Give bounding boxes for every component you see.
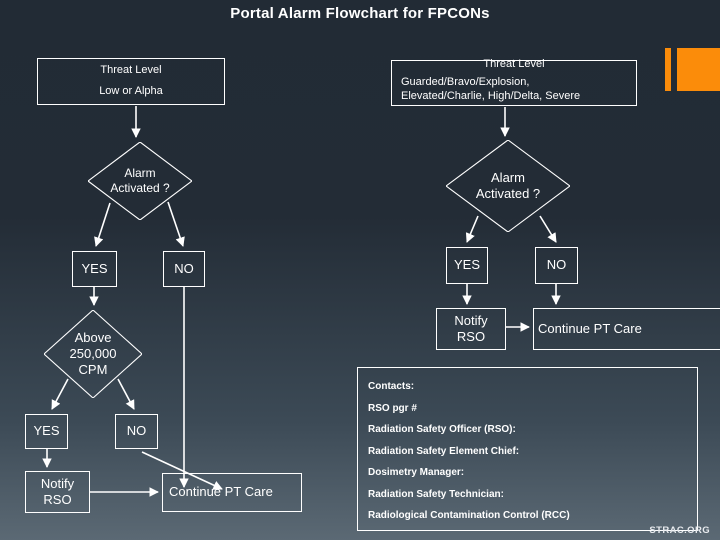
page-title: Portal Alarm Flowchart for FPCONs: [230, 5, 490, 22]
decision-alarm-left-label: Alarm Activated ?: [110, 166, 170, 195]
decision-alarm-right-label: Alarm Activated ?: [475, 170, 541, 201]
contact-row: Radiation Safety Element Chief:: [368, 445, 520, 457]
no-box-bottom: NO: [115, 414, 158, 449]
contacts-heading: Contacts:: [368, 381, 415, 392]
continue-pt-care-box-right: Continue PT Care: [533, 308, 720, 350]
contact-row: Radiation Safety Technician:: [368, 488, 504, 500]
contact-row: Radiation Safety Officer (RSO):: [368, 424, 516, 435]
contact-row: Radiological Contamination Control (RCC): [368, 510, 570, 521]
decision-above-250000-cpm: Above 250,000 CPM: [44, 310, 142, 398]
decision-alarm-activated-right: Alarm Activated ?: [446, 140, 570, 232]
contact-row: Dosimetry Manager:: [368, 467, 465, 478]
slide-canvas: Portal Alarm Flowchart for FPCONs Threat…: [0, 0, 720, 540]
source-attribution: STRAC.ORG: [649, 525, 710, 536]
no-box-right: NO: [535, 247, 578, 284]
continue-pt-care-box-bottom: Continue PT Care: [162, 473, 302, 512]
threat-level-elevated-body: Guarded/Bravo/Explosion, Elevated/Charli…: [401, 75, 581, 103]
notify-rso-box-right: Notify RSO: [436, 308, 506, 350]
decision-alarm-activated-left: Alarm Activated ?: [88, 142, 192, 220]
contact-row: RSO pgr #: [368, 402, 417, 414]
decision-cpm-label: Above 250,000 CPM: [69, 330, 117, 377]
yes-box-left: YES: [72, 251, 117, 287]
no-box-left: NO: [163, 251, 205, 287]
yes-box-right: YES: [446, 247, 488, 284]
contacts-panel: Contacts: RSO pgr # Radiation Safety Off…: [357, 367, 698, 531]
threat-level-low-line1: Threat Level: [100, 64, 162, 77]
threat-level-elevated-box: Threat Level Guarded/Bravo/Explosion, El…: [391, 58, 637, 106]
orange-accent-bar-thin-icon: [665, 48, 671, 91]
threat-level-low-line2: Low or Alpha: [99, 85, 163, 97]
notify-rso-box-bottom: Notify RSO: [25, 471, 90, 513]
orange-accent-bar-wide-icon: [677, 48, 720, 91]
yes-box-bottom: YES: [25, 414, 68, 449]
threat-level-low-box: Threat Level Low or Alpha: [37, 58, 225, 105]
threat-level-elevated-title: Threat Level: [483, 58, 545, 70]
